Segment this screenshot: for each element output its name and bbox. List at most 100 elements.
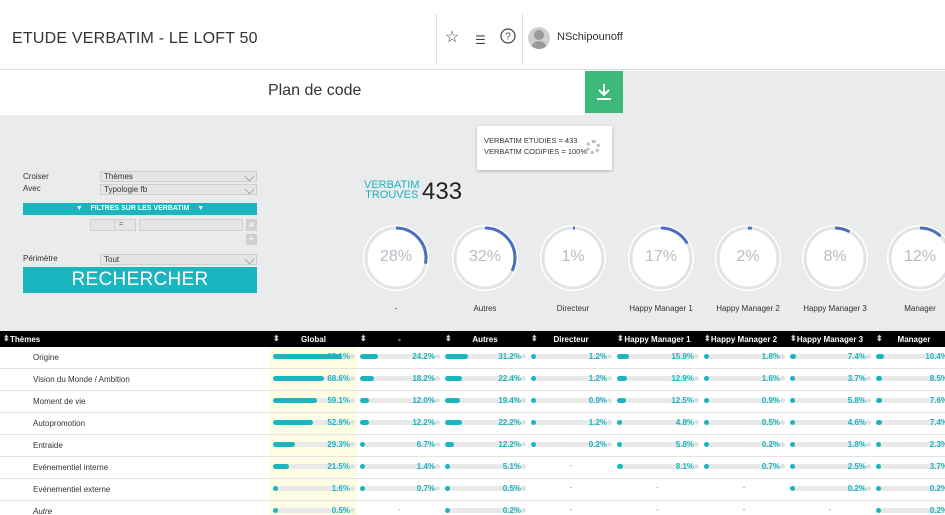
detail-dot[interactable] — [607, 398, 612, 404]
detail-dot[interactable] — [607, 376, 612, 382]
filtres-toggle[interactable]: ▼ FILTRES SUR LES VERBATIM ▼ — [23, 203, 257, 215]
filtres-label: FILTRES SUR LES VERBATIM — [90, 205, 190, 212]
detail-dot[interactable] — [435, 354, 440, 360]
download-button[interactable] — [585, 71, 623, 113]
column-header-label: Happy Manager 3 — [796, 334, 864, 344]
detail-dot[interactable] — [435, 376, 440, 382]
column-header[interactable]: ⬍ Manager — [873, 331, 945, 347]
detail-dot[interactable] — [694, 398, 699, 404]
gauge-value: 1% — [561, 248, 585, 265]
column-header[interactable]: ⬍ Happy Manager 2 — [701, 331, 787, 347]
star-icon[interactable]: ☆ — [445, 28, 459, 48]
detail-dot[interactable] — [435, 442, 440, 448]
column-header[interactable]: ⬍ Happy Manager 1 — [614, 331, 701, 347]
avatar[interactable] — [528, 27, 550, 49]
detail-dot[interactable] — [694, 376, 699, 382]
table-row[interactable]: Autopromotion 52.9% 12.2% 22.2% 1.2% 4.8% 0.5%… — [0, 412, 945, 436]
detail-dot[interactable] — [607, 442, 612, 448]
table-row[interactable]: Origine 92.1% 24.2% 31.2% 1.2% 15.9% 1.8% 7.4% 1… — [0, 347, 945, 370]
detail-dot[interactable] — [866, 420, 871, 426]
detail-dot[interactable] — [521, 508, 526, 514]
detail-dot[interactable] — [866, 398, 871, 404]
column-header[interactable]: ⬍ Autres — [442, 331, 528, 347]
sort-icon[interactable]: ⬍ — [360, 334, 367, 343]
detail-dot[interactable] — [350, 464, 355, 470]
detail-dot[interactable] — [521, 420, 526, 426]
detail-dot[interactable] — [350, 420, 355, 426]
table-row[interactable]: Vision du Monde / Ambition 68.6% 18.2% 22.4… — [0, 368, 945, 392]
value-bar — [790, 354, 796, 360]
detail-dot[interactable] — [607, 354, 612, 360]
detail-dot[interactable] — [521, 398, 526, 404]
sort-icon[interactable]: ⬍ — [531, 334, 538, 343]
detail-dot[interactable] — [694, 464, 699, 470]
detail-dot[interactable] — [780, 442, 785, 448]
detail-dot[interactable] — [780, 354, 785, 360]
sort-icon[interactable]: ⬍ — [790, 334, 797, 343]
table-row[interactable]: Entraide 29.3% 6.7% 12.2% 0.2% 5.8% 0.2% 1.8% 2.… — [0, 434, 945, 458]
username[interactable]: NSchipounoff — [557, 31, 623, 43]
table-row[interactable]: Moment de vie 59.1% 12.0% 19.4% 0.9% 12.5% 0.9… — [0, 390, 945, 414]
avec-select[interactable]: Typologie fb — [100, 184, 257, 195]
detail-dot[interactable] — [866, 486, 871, 492]
help-icon[interactable]: ? — [500, 28, 516, 50]
detail-dot[interactable] — [866, 354, 871, 360]
column-header[interactable]: ⬍ - — [357, 331, 442, 347]
detail-dot[interactable] — [350, 442, 355, 448]
column-header[interactable]: ⬍ Directeur — [528, 331, 614, 347]
value-text: 0.2% — [929, 506, 945, 515]
detail-dot[interactable] — [350, 398, 355, 404]
detail-dot[interactable] — [350, 376, 355, 382]
detail-dot[interactable] — [350, 486, 355, 492]
detail-dot[interactable] — [350, 354, 355, 360]
remove-filter-button[interactable]: ✕ — [246, 219, 257, 231]
filter-value-input[interactable] — [139, 219, 243, 231]
sort-icon[interactable]: ⬍ — [445, 334, 452, 343]
detail-dot[interactable] — [607, 420, 612, 426]
filter-operator-select[interactable]: = — [114, 219, 136, 231]
detail-dot[interactable] — [780, 376, 785, 382]
detail-dot[interactable] — [350, 508, 355, 514]
detail-dot[interactable] — [521, 486, 526, 492]
detail-dot[interactable] — [780, 464, 785, 470]
value-text: 3.7% — [847, 374, 866, 384]
sort-icon[interactable]: ⬍ — [3, 334, 10, 343]
sort-icon[interactable]: ⬍ — [617, 334, 624, 343]
value-cell: 29.3% — [270, 434, 357, 458]
value-text: 0.5% — [331, 506, 350, 515]
detail-dot[interactable] — [866, 376, 871, 382]
list-icon[interactable]: ☰ — [475, 30, 486, 50]
detail-dot[interactable] — [521, 376, 526, 382]
search-button[interactable]: RECHERCHER — [23, 267, 257, 293]
theme-cell: Evénementiel externe — [0, 478, 270, 502]
add-filter-button[interactable]: + — [246, 234, 257, 245]
column-header[interactable]: ⬍ Happy Manager 3 — [787, 331, 873, 347]
gauge-label: - — [394, 304, 398, 313]
detail-dot[interactable] — [694, 420, 699, 426]
value-cell: 12.5% — [614, 390, 701, 414]
sort-icon[interactable]: ⬍ — [704, 334, 711, 343]
detail-dot[interactable] — [521, 464, 526, 470]
sort-icon[interactable]: ⬍ — [273, 334, 280, 343]
column-header[interactable]: ⬍ Thèmes — [0, 331, 270, 347]
table-row[interactable]: Autre 0.5% - 0.2% - - - - 0.2% — [0, 500, 945, 515]
croiser-select[interactable]: Thèmes — [100, 171, 257, 182]
detail-dot[interactable] — [435, 464, 440, 470]
table-row[interactable]: Evénementiel externe 1.6% 0.7% 0.5% - - - 0.2% 0… — [0, 478, 945, 502]
detail-dot[interactable] — [866, 442, 871, 448]
perimetre-select[interactable]: Tout — [100, 254, 257, 265]
detail-dot[interactable] — [780, 398, 785, 404]
detail-dot[interactable] — [521, 354, 526, 360]
detail-dot[interactable] — [435, 486, 440, 492]
detail-dot[interactable] — [780, 420, 785, 426]
detail-dot[interactable] — [435, 398, 440, 404]
detail-dot[interactable] — [866, 464, 871, 470]
detail-dot[interactable] — [694, 354, 699, 360]
column-header[interactable]: ⬍ Global — [270, 331, 357, 347]
detail-dot[interactable] — [694, 442, 699, 448]
detail-dot[interactable] — [521, 442, 526, 448]
table-row[interactable]: Evénementiel interne 21.5% 1.4% 5.1% - 8.1% 0.… — [0, 456, 945, 480]
detail-dot[interactable] — [435, 420, 440, 426]
sort-icon[interactable]: ⬍ — [876, 334, 883, 343]
value-bar — [273, 464, 289, 470]
